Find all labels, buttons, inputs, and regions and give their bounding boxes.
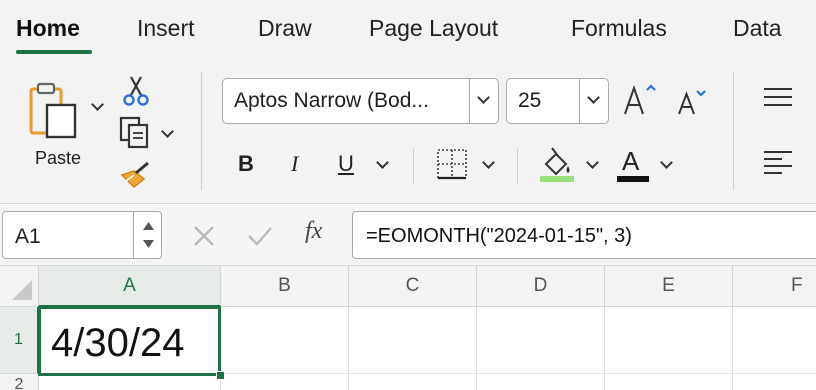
- font-color-button[interactable]: A: [622, 146, 639, 177]
- column-header-d[interactable]: D: [477, 266, 605, 307]
- fill-handle[interactable]: [216, 371, 225, 380]
- underline-options-chevron-icon[interactable]: [376, 156, 389, 169]
- column-header-f[interactable]: F: [733, 266, 816, 307]
- increase-font-size-button[interactable]: [620, 80, 660, 120]
- cell-f1[interactable]: [733, 307, 816, 374]
- cut-button[interactable]: [120, 74, 152, 108]
- cell-e1[interactable]: [605, 307, 733, 374]
- formula-input[interactable]: =EOMONTH("2024-01-15", 3): [352, 211, 816, 259]
- paste-options-chevron-icon[interactable]: [91, 98, 104, 111]
- cell-e2[interactable]: [605, 374, 733, 390]
- bold-button[interactable]: B: [238, 151, 254, 177]
- cell-c1[interactable]: [349, 307, 477, 374]
- cell-d2[interactable]: [477, 374, 605, 390]
- row-header-2[interactable]: 2: [0, 374, 39, 390]
- column-header-e[interactable]: E: [605, 266, 733, 307]
- cell-b2[interactable]: [221, 374, 349, 390]
- ribbon-separator: [517, 148, 518, 184]
- select-all-triangle-icon: [12, 280, 32, 300]
- cell-a1-selected[interactable]: 4/30/24: [38, 306, 221, 376]
- font-size-dropdown[interactable]: 25: [506, 78, 609, 124]
- formula-text: =EOMONTH("2024-01-15", 3): [366, 225, 632, 247]
- tab-insert[interactable]: Insert: [137, 15, 195, 42]
- up-down-arrows-icon: [143, 222, 154, 248]
- font-size-value: 25: [518, 89, 542, 112]
- borders-icon: [437, 149, 467, 180]
- decrease-font-size-button[interactable]: [674, 84, 710, 120]
- font-name-chevron-button[interactable]: [469, 79, 498, 123]
- align-left-icon: [764, 151, 792, 174]
- active-tab-indicator: [16, 50, 92, 54]
- column-header-b[interactable]: B: [221, 266, 349, 307]
- ribbon-tabs: Home Insert Draw Page Layout Formulas Da…: [0, 0, 816, 62]
- cell-a1-value: 4/30/24: [51, 321, 185, 365]
- format-painter-button[interactable]: [117, 158, 155, 192]
- align-top-button[interactable]: [762, 84, 794, 110]
- close-icon: [194, 226, 214, 246]
- tab-home[interactable]: Home: [16, 15, 80, 42]
- chevron-down-icon: [477, 91, 490, 104]
- align-top-icon: [764, 88, 792, 106]
- decrease-font-size-icon: [678, 90, 706, 115]
- borders-button[interactable]: [434, 146, 470, 182]
- insert-function-button[interactable]: fx: [305, 218, 322, 245]
- paste-icon: [29, 82, 77, 139]
- name-box-stepper[interactable]: [133, 212, 162, 258]
- ribbon-separator: [733, 72, 734, 190]
- font-color-swatch: [617, 176, 649, 182]
- row-header-1[interactable]: 1: [0, 307, 39, 374]
- ribbon-separator: [201, 72, 202, 190]
- font-name-dropdown[interactable]: Aptos Narrow (Bod...: [222, 78, 499, 124]
- font-color-options-chevron-icon[interactable]: [660, 156, 673, 169]
- cell-c2[interactable]: [349, 374, 477, 390]
- italic-button[interactable]: I: [291, 151, 298, 177]
- align-left-button[interactable]: [762, 148, 794, 176]
- increase-font-size-icon: [624, 84, 656, 115]
- font-size-chevron-button[interactable]: [579, 79, 608, 123]
- ribbon-home: Paste Aptos Narrow (Bod... 25 B I U A: [0, 62, 816, 204]
- copy-button[interactable]: [117, 114, 153, 150]
- fill-color-swatch: [540, 176, 574, 182]
- name-box[interactable]: A1: [2, 211, 162, 259]
- format-painter-icon: [120, 161, 149, 189]
- paste-label: Paste: [35, 148, 82, 168]
- font-name-value: Aptos Narrow (Bod...: [234, 89, 429, 112]
- cell-b1[interactable]: [221, 307, 349, 374]
- tab-page-layout[interactable]: Page Layout: [369, 15, 498, 42]
- select-all-corner[interactable]: [0, 266, 39, 307]
- column-header-a[interactable]: A: [39, 266, 221, 307]
- cell-d1[interactable]: [477, 307, 605, 374]
- cancel-entry-button[interactable]: [190, 222, 218, 250]
- confirm-entry-button[interactable]: [245, 222, 275, 250]
- paste-button[interactable]: [20, 76, 90, 146]
- chevron-down-icon: [587, 91, 600, 104]
- fill-color-options-chevron-icon[interactable]: [586, 156, 599, 169]
- ribbon-separator: [413, 148, 414, 184]
- underline-button[interactable]: U: [338, 151, 354, 177]
- tab-draw[interactable]: Draw: [258, 15, 312, 42]
- tab-formulas[interactable]: Formulas: [571, 15, 667, 42]
- checkmark-icon: [248, 227, 272, 246]
- copy-options-chevron-icon[interactable]: [161, 125, 174, 138]
- copy-icon: [119, 116, 149, 149]
- name-box-value: A1: [15, 225, 41, 248]
- cut-icon: [123, 76, 149, 106]
- cell-a2[interactable]: [39, 374, 221, 390]
- formula-bar: A1 fx =EOMONTH("2024-01-15", 3): [0, 204, 816, 266]
- borders-options-chevron-icon[interactable]: [482, 156, 495, 169]
- column-header-c[interactable]: C: [349, 266, 477, 307]
- cell-f2[interactable]: [733, 374, 816, 390]
- tab-data[interactable]: Data: [733, 15, 782, 42]
